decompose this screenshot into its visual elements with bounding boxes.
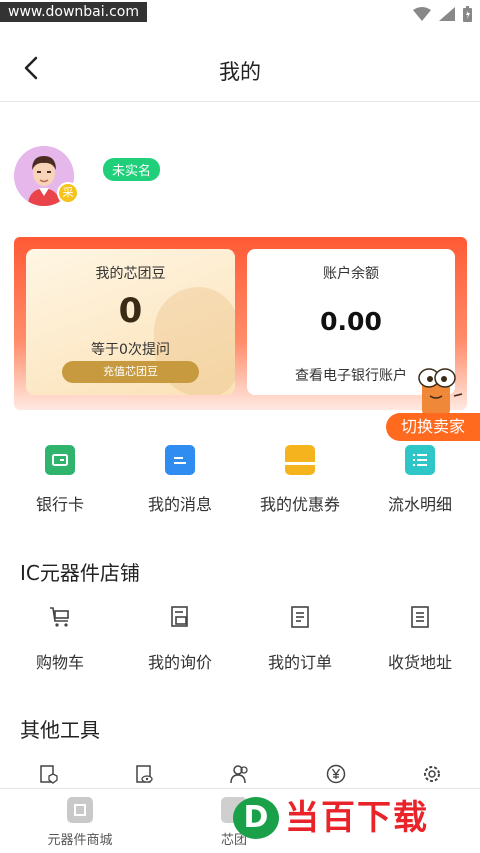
watermark-text: www.downbai.com: [0, 2, 147, 22]
store-actions: 购物车 我的询价 我的订单 收货地址: [0, 605, 480, 675]
store-item-address[interactable]: 收货地址: [360, 605, 480, 675]
bean-card[interactable]: 我的芯团豆 0 等于0次提问 充值芯团豆: [26, 249, 235, 395]
order-icon: [291, 606, 309, 628]
people-icon: [230, 765, 248, 784]
page-title: 我的: [219, 60, 261, 84]
navigation-bar: 我的: [0, 28, 480, 102]
status-icons: [413, 6, 472, 22]
quick-action-label: 我的优惠券: [259, 495, 340, 514]
store-item-label: 购物车: [35, 653, 84, 672]
yen-icon: [326, 764, 346, 784]
cart-icon: [50, 607, 69, 627]
wifi-icon: [413, 7, 431, 21]
tools-actions: [0, 764, 480, 788]
store-item-label: 收货地址: [387, 653, 452, 672]
profile-section: 采 未实名: [0, 102, 480, 237]
store-item-label: 我的询价: [147, 653, 212, 672]
tool-item-2[interactable]: [96, 764, 192, 788]
shield-doc-icon: [40, 765, 58, 784]
bean-balance-value: 0: [118, 291, 143, 331]
bean-question-equivalent: 等于0次提问: [91, 342, 170, 358]
tab-components-mall[interactable]: 元器件商城: [44, 797, 116, 848]
message-icon: [165, 445, 195, 475]
buyer-badge: 采: [57, 182, 79, 204]
tool-item-5[interactable]: [384, 764, 480, 788]
quick-action-label: 我的消息: [147, 495, 212, 514]
tab-label: 元器件商城: [47, 833, 113, 848]
store-item-inquiry[interactable]: 我的询价: [120, 605, 240, 675]
logo-letter: D: [233, 797, 279, 839]
realname-status-badge[interactable]: 未实名: [103, 158, 161, 181]
store-item-orders[interactable]: 我的订单: [240, 605, 360, 675]
store-section-title: IC元器件店铺: [20, 561, 140, 585]
settings-icon: [424, 766, 440, 782]
balance-card-title: 账户余额: [323, 266, 379, 282]
switch-to-seller-button[interactable]: 切换卖家: [386, 413, 480, 441]
tools-section-title: 其他工具: [20, 718, 100, 742]
inquiry-icon: [171, 606, 188, 627]
quick-action-label: 流水明细: [387, 495, 452, 514]
quick-action-coupons[interactable]: 我的优惠券: [240, 445, 360, 525]
quick-action-bank-card[interactable]: 银行卡: [0, 445, 120, 525]
recharge-bean-button[interactable]: 充值芯团豆: [62, 361, 199, 383]
battery-icon: [463, 6, 472, 22]
bean-card-title: 我的芯团豆: [95, 266, 166, 282]
quick-action-messages[interactable]: 我的消息: [120, 445, 240, 525]
address-icon: [411, 606, 429, 628]
ledger-icon: [405, 445, 435, 475]
tool-item-4[interactable]: [288, 764, 384, 788]
eye-doc-icon: [136, 765, 153, 783]
download-site-logo: D 当百下载: [233, 797, 473, 839]
tool-item-3[interactable]: [192, 764, 288, 788]
quick-action-label: 银行卡: [35, 495, 84, 514]
tool-item-1[interactable]: [0, 764, 96, 788]
quick-actions: 银行卡 我的消息 我的优惠券 流水明细: [0, 445, 480, 525]
store-item-label: 我的订单: [267, 653, 332, 672]
chip-icon: [67, 797, 93, 823]
status-bar: www.downbai.com: [0, 0, 480, 28]
bank-card-icon: [45, 445, 75, 475]
quick-action-ledger[interactable]: 流水明细: [360, 445, 480, 525]
store-item-cart[interactable]: 购物车: [0, 605, 120, 675]
logo-text: 当百下载: [285, 798, 429, 838]
balance-value: 0.00: [320, 307, 382, 336]
signal-icon: [439, 7, 455, 21]
coupon-icon: [285, 445, 315, 475]
mascot-icon: [418, 368, 463, 416]
